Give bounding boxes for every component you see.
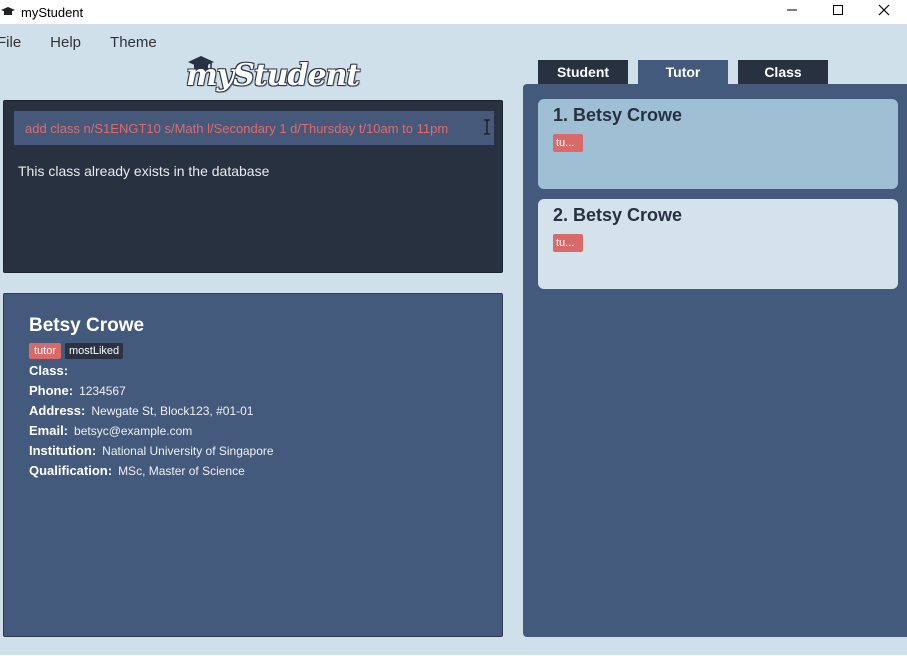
close-button[interactable] xyxy=(861,0,907,24)
result-message: This class already exists in the databas… xyxy=(18,163,270,179)
menu-bar: File Help Theme xyxy=(0,30,157,56)
command-panel: add class n/S1ENGT10 s/Math l/Secondary … xyxy=(3,100,503,273)
logo-text: myStudent xyxy=(186,58,360,93)
list-item[interactable]: 2. Betsy Crowe tu... xyxy=(538,199,898,289)
list-item-name: 1. Betsy Crowe xyxy=(553,105,683,125)
text-cursor-icon xyxy=(483,119,491,140)
list-item-name: 2. Betsy Crowe xyxy=(553,205,683,225)
menu-help[interactable]: Help xyxy=(50,30,81,56)
command-input[interactable]: add class n/S1ENGT10 s/Math l/Secondary … xyxy=(14,111,494,145)
tab-class[interactable]: Class xyxy=(738,60,828,84)
maximize-icon xyxy=(832,3,844,21)
field-label: Class: xyxy=(29,363,69,378)
field-value: National University of Singapore xyxy=(102,444,274,458)
menu-file[interactable]: File xyxy=(0,30,21,56)
field-label: Email: xyxy=(29,423,69,438)
field-label: Qualification: xyxy=(29,463,113,478)
field-class: Class: xyxy=(29,363,74,378)
minimize-button[interactable] xyxy=(769,0,815,24)
field-label: Institution: xyxy=(29,443,97,458)
detail-tags: tutor mostLiked xyxy=(29,343,124,359)
command-input-text: add class n/S1ENGT10 s/Math l/Secondary … xyxy=(25,120,449,136)
tag-tutor: tutor xyxy=(29,343,62,359)
close-icon xyxy=(878,3,890,21)
field-phone: Phone: 1234567 xyxy=(29,383,126,398)
tab-tutor[interactable]: Tutor xyxy=(638,60,728,84)
field-value: Newgate St, Block123, #01-01 xyxy=(91,404,254,418)
list-item[interactable]: 1. Betsy Crowe tu... xyxy=(538,99,898,189)
field-label: Phone: xyxy=(29,383,74,398)
minimize-icon xyxy=(786,3,798,21)
window-title: myStudent xyxy=(21,4,84,20)
title-bar: myStudent xyxy=(0,0,907,24)
field-value: MSc, Master of Science xyxy=(118,464,245,478)
detail-name: Betsy Crowe xyxy=(29,315,145,336)
person-detail-panel: Betsy Crowe tutor mostLiked Class: Phone… xyxy=(3,293,503,637)
menu-theme[interactable]: Theme xyxy=(110,30,157,56)
app-logo: myStudent xyxy=(186,56,360,100)
tag-most-liked: mostLiked xyxy=(65,343,124,359)
maximize-button[interactable] xyxy=(815,0,861,24)
field-value: betsyc@example.com xyxy=(74,424,193,438)
field-institution: Institution: National University of Sing… xyxy=(29,443,274,458)
tab-student[interactable]: Student xyxy=(538,60,628,84)
graduation-cap-icon xyxy=(1,6,15,18)
tutor-list-panel: 1. Betsy Crowe tu... 2. Betsy Crowe tu..… xyxy=(523,84,907,637)
field-label: Address: xyxy=(29,403,86,418)
field-qualification: Qualification: MSc, Master of Science xyxy=(29,463,245,478)
list-item-tag: tu... xyxy=(553,234,583,252)
list-item-tag: tu... xyxy=(553,134,583,152)
field-value: 1234567 xyxy=(79,384,126,398)
field-address: Address: Newgate St, Block123, #01-01 xyxy=(29,403,253,418)
field-email: Email: betsyc@example.com xyxy=(29,423,192,438)
